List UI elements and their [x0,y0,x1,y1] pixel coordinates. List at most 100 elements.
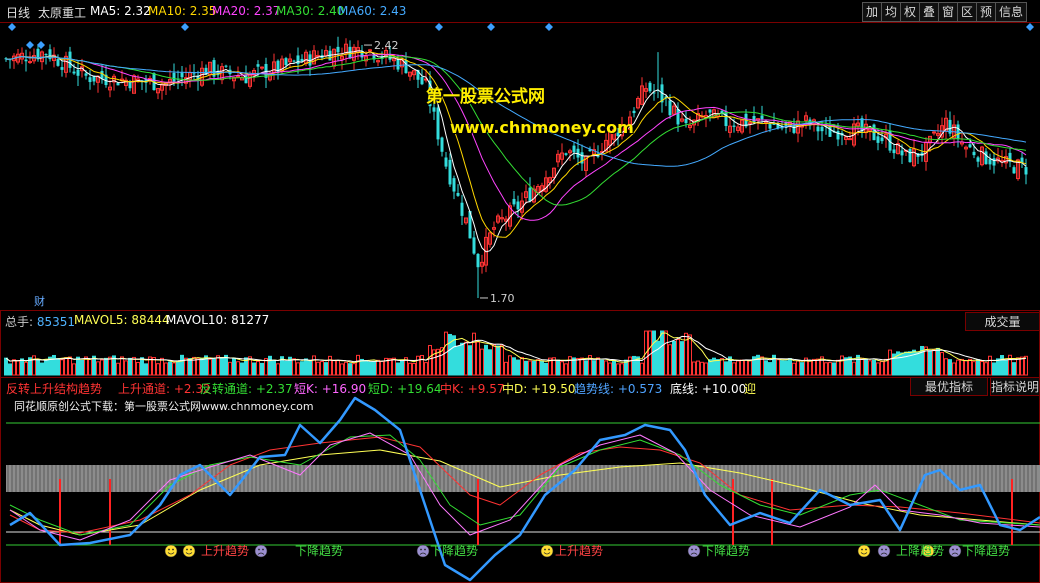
volume-bar [492,344,496,376]
volume-bar [960,358,964,376]
tool-button-3[interactable]: 叠 [919,2,940,22]
candle-body [224,65,228,67]
volume-bar [884,358,888,376]
volume-bar [108,356,112,376]
candle-body [316,55,320,58]
tool-button-4[interactable]: 窗 [938,2,959,22]
volume-bar [528,360,532,376]
volume-bar [584,360,588,376]
tab-best-indicator[interactable]: 最优指标 [910,377,988,396]
volume-bar [888,349,892,376]
price-candlestick-chart[interactable]: 2.42 1.70 财 [0,23,1040,310]
volume-bar [984,362,988,376]
volume-bar [220,357,224,376]
volume-bar [936,347,940,376]
volume-bar [732,362,736,376]
tool-button-5[interactable]: 区 [957,2,978,22]
signal-label: 下降趋势 [962,544,1010,558]
signal-label: 上升趋势 [555,544,603,558]
volume-bar [512,357,516,376]
volume-bar [880,361,884,376]
candle-body [732,125,736,127]
volume-bar [952,362,956,376]
volume-bar [1012,362,1016,376]
candle-body [512,198,516,205]
tool-button-1[interactable]: 均 [881,2,902,22]
volume-bar [988,355,992,376]
volume-bar [604,360,608,376]
tool-button-7[interactable]: 信息 [995,2,1028,22]
volume-bar [20,358,24,376]
tab-indicator-help[interactable]: 指标说明 [990,377,1040,396]
volume-bar [476,341,480,376]
volume-bar [692,361,696,376]
volume-bar [24,361,28,376]
candle-body [684,118,688,124]
finance-marker-label: 财 [34,294,45,308]
volume-bar [88,358,92,376]
volume-bar [484,344,488,376]
volume-bar [768,362,772,376]
period-label[interactable]: 日线 [6,4,30,21]
volume-bar [380,360,384,376]
volume-bar [1024,355,1028,376]
volume-bar [600,359,604,376]
event-marker-icon [8,23,16,31]
tool-button-2[interactable]: 权 [900,2,921,22]
volume-bar [132,356,136,376]
volume-bar [596,357,600,376]
candle-body [1012,167,1016,174]
candle-body [908,148,912,163]
volume-bar [1020,356,1024,376]
volume-bar [748,359,752,376]
volume-bar [356,354,360,376]
candle-body [256,64,260,67]
volume-bar [876,362,880,376]
candle-body [84,73,88,76]
candle-body [24,59,28,62]
volume-bar [592,360,596,376]
candle-body [816,126,820,132]
volume-bar [640,362,644,376]
volume-bar [724,361,728,376]
volume-bar [504,361,508,376]
volume-bar [852,361,856,376]
face-eye-icon [548,548,550,551]
volume-bar [208,358,212,376]
candle-body [516,201,520,210]
candle-body [396,58,400,70]
ma-legend-item: MA5: 2.32 [90,4,151,18]
volume-bar [560,361,564,376]
volume-bar [480,348,484,376]
volume-bar [136,361,140,376]
smiley-face-icon [540,544,554,558]
volume-bar [580,357,584,376]
volume-bar [764,360,768,376]
face-eye-icon [861,548,863,551]
volume-bar [352,363,356,376]
candle-body [724,111,728,127]
candle-body [432,107,436,112]
volume-bar [744,359,748,376]
volume-bar [916,351,920,376]
volume-bar [36,359,40,376]
volume-bar [672,341,676,376]
volume-bar [664,330,668,376]
smiley-face-icon [182,544,196,558]
volume-bar [500,344,504,376]
tool-button-6[interactable]: 预 [976,2,997,22]
face-eye-icon [695,548,697,551]
volume-bar [904,351,908,376]
volume-bar [1016,357,1020,376]
volume-bar [508,355,512,376]
tool-button-0[interactable]: 加 [862,2,883,22]
event-marker-icon [487,23,495,31]
candle-body [848,138,852,141]
candle-body [460,202,464,216]
smiley-face-icon [164,544,178,558]
volume-bar [200,358,204,376]
smiley-face-icon [857,544,871,558]
volume-bar [160,357,164,376]
volume-bar [680,341,684,376]
volume-bar [372,361,376,376]
